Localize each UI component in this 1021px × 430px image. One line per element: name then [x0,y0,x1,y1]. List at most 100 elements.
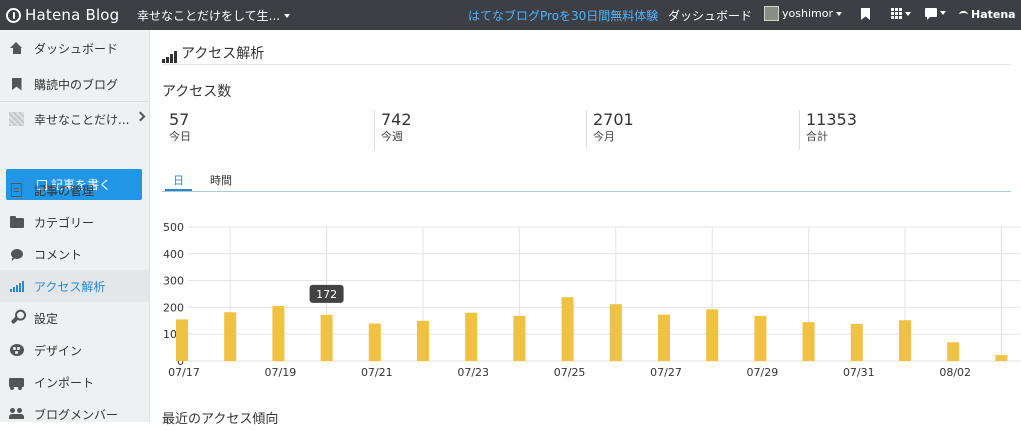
sidebar-item-categories[interactable]: カテゴリー [0,206,150,238]
tooltip-value: 172 [316,288,337,301]
bar-chart-icon [162,51,177,63]
blog-selector-label: 幸せなことだけをして生... [137,9,281,23]
x-tick-label: 07/19 [265,366,297,379]
sidebar-item-label: 記事の管理 [34,183,95,198]
stat-label: 今日 [169,130,191,143]
bar [465,312,478,361]
x-tick-label: 07/17 [168,366,200,379]
recent-trend-title: 最近のアクセス傾向 [162,412,279,427]
sidebar-item-import[interactable]: インポート [0,366,150,398]
sidebar-item-label: インポート [34,375,95,390]
bar [320,314,333,361]
stat-label: 合計 [806,130,828,143]
truck-icon [9,375,24,390]
sidebar: ダッシュボード 購読中のブログ 幸せなことだけ... 記事を書く 記事の管理 カ… [0,30,150,422]
main-content: アクセス解析 アクセス数 57 今日 742 今週 2701 今月 11353 … [150,30,1021,427]
notifications-button[interactable] [925,8,946,20]
username: yoshimor [782,7,833,20]
sidebar-item-subscriptions[interactable]: 購読中のブログ [0,68,150,100]
x-tick-label: 08/02 [939,366,971,379]
x-tick-label: 07/31 [843,366,875,379]
grid-icon [891,8,902,19]
chat-bubble-icon [925,8,937,20]
stat-this-month: 2701 今月 [586,110,634,150]
x-tick-label: 07/27 [650,366,682,379]
stat-total: 11353 合計 [799,110,857,150]
hatena-mark-icon [959,11,968,18]
bar [176,319,188,361]
bar [561,297,574,361]
sidebar-item-label: コメント [34,247,83,262]
stat-value: 742 [381,110,412,129]
sidebar-item-blog-members[interactable]: ブログメンバー [0,398,150,430]
user-menu[interactable]: yoshimor [764,6,842,21]
hatena-blog-logo[interactable]: Hatena Blog [6,5,119,25]
y-tick-label: 500 [163,221,184,234]
sidebar-item-label: ダッシュボード [34,41,119,56]
tab-hourly[interactable]: 時間 [202,172,240,191]
x-tick-label: 07/29 [747,366,779,379]
sidebar-item-articles[interactable]: 記事の管理 [0,174,150,206]
document-icon [9,183,24,198]
home-icon [9,41,24,56]
bar [272,306,285,361]
stat-label: 今月 [593,130,615,143]
page-header: アクセス解析 [162,43,264,63]
stat-this-week: 742 今週 [374,110,412,150]
bar [609,304,622,361]
palette-icon [9,343,24,358]
stat-label: 今週 [381,130,403,143]
bar [706,309,719,361]
blog-thumbnail-icon [9,112,24,127]
hatena-link[interactable]: Hatena [959,8,1016,21]
people-icon [9,407,24,422]
stat-value: 11353 [806,110,857,129]
stat-today: 57 今日 [162,110,191,150]
bar [513,315,526,361]
y-tick-label: 400 [163,248,184,261]
x-tick-label: 07/21 [361,366,393,379]
logo-text: Hatena Blog [25,6,120,24]
sidebar-item-label: 幸せなことだけ... [34,112,130,127]
bar [802,322,815,361]
bookmark-icon [861,8,870,20]
sidebar-item-label: 設定 [34,311,59,326]
pro-trial-link[interactable]: はてなブログProを30日間無料体験 [468,7,658,24]
bar [754,315,767,361]
tab-daily[interactable]: 日 [165,172,192,191]
y-tick-label: 200 [163,301,184,314]
chevron-down-icon [905,11,911,16]
top-navigation-bar: Hatena Blog 幸せなことだけをして生... はてなブログProを30日… [0,0,1021,30]
dashboard-link[interactable]: ダッシュボード [668,7,752,24]
avatar [764,6,779,21]
bar [899,320,911,361]
blog-selector[interactable]: 幸せなことだけをして生... [137,7,291,24]
sidebar-item-comments[interactable]: コメント [0,238,150,270]
sidebar-item-current-blog[interactable]: 幸せなことだけ... [0,103,150,135]
y-tick-label: 300 [163,275,184,288]
wrench-icon [9,311,24,326]
bar [947,342,960,361]
sidebar-item-label: ブログメンバー [34,407,119,422]
chevron-down-icon [284,13,291,18]
sidebar-item-label: 購読中のブログ [34,77,119,92]
folder-icon [9,215,24,230]
bar [417,320,429,361]
sidebar-item-dashboard[interactable]: ダッシュボード [0,32,150,64]
bookmark-button[interactable] [861,8,870,20]
divider [162,64,1011,65]
bookmark-icon [9,77,24,92]
comment-icon [9,247,24,262]
apps-menu-button[interactable] [891,8,911,19]
bar [368,323,381,361]
stat-value: 2701 [593,110,634,129]
sidebar-item-design[interactable]: デザイン [0,334,150,366]
page-title: アクセス解析 [181,46,265,62]
sidebar-item-settings[interactable]: 設定 [0,302,150,334]
bar [224,312,237,361]
stat-value: 57 [169,110,190,129]
bar [850,324,863,361]
sidebar-item-access-analytics[interactable]: アクセス解析 [0,270,150,302]
sidebar-item-label: カテゴリー [34,215,95,230]
chevron-down-icon [835,11,842,16]
